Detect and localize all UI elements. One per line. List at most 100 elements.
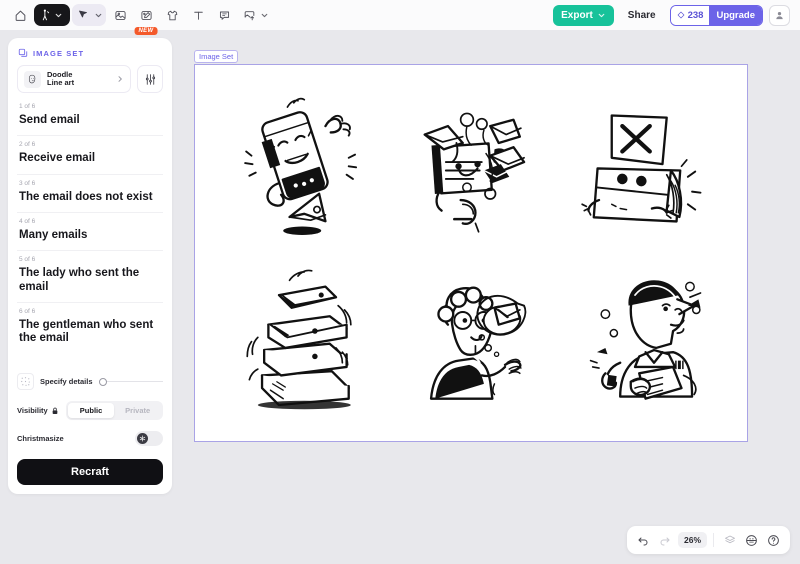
prompt-count: 6 of 6 bbox=[17, 301, 163, 319]
panel-section-header: IMAGE SET bbox=[18, 48, 163, 58]
visibility-option-private[interactable]: Private bbox=[114, 403, 161, 418]
help-button[interactable] bbox=[764, 531, 783, 550]
undo-button[interactable] bbox=[634, 531, 653, 550]
image-tool[interactable] bbox=[108, 4, 132, 26]
visibility-row: Visibility Public Private bbox=[17, 401, 163, 420]
bottom-right-toolbar: 26% bbox=[626, 526, 790, 554]
prompt-item: 3 of 6 The email does not exist bbox=[17, 173, 163, 212]
gentleman-who-sent-email-illustration[interactable] bbox=[556, 254, 725, 423]
prompt-text[interactable]: Many emails bbox=[17, 229, 163, 248]
email-does-not-exist-illustration[interactable] bbox=[556, 85, 725, 254]
prompt-count: 4 of 6 bbox=[17, 211, 163, 229]
avatar[interactable] bbox=[769, 4, 790, 26]
sliders-icon bbox=[145, 73, 155, 85]
image-grid bbox=[219, 85, 725, 423]
text-tool[interactable] bbox=[186, 4, 210, 26]
visibility-label: Visibility bbox=[17, 406, 59, 415]
chevron-right-icon bbox=[118, 76, 122, 82]
christmasize-label: Christmasize bbox=[17, 434, 64, 443]
style-line-2: Line art bbox=[47, 78, 75, 87]
specify-details-slider[interactable] bbox=[98, 377, 164, 387]
top-toolbar-tools: NEW bbox=[8, 4, 272, 35]
details-thumbnail bbox=[17, 373, 34, 390]
image-set-panel: IMAGE SET Doodle Line art 1 of 6 Send em… bbox=[8, 38, 172, 494]
prompt-text[interactable]: Send email bbox=[17, 114, 163, 133]
upload-tool[interactable] bbox=[238, 4, 272, 26]
layers-button[interactable] bbox=[720, 531, 739, 550]
credits-badge[interactable]: 238 bbox=[670, 5, 710, 25]
prompt-item: 5 of 6 The lady who sent the email bbox=[17, 250, 163, 302]
divider bbox=[713, 533, 714, 547]
christmasize-toggle[interactable] bbox=[135, 431, 163, 446]
zoom-level[interactable]: 26% bbox=[677, 532, 707, 548]
recraft-button[interactable]: Recraft bbox=[17, 459, 163, 485]
cursor-icon bbox=[73, 4, 93, 26]
app-root: NEW Export Share 238 Upgrade IMAGE SET D… bbox=[0, 0, 800, 564]
canvas-selection-tag[interactable]: Image Set bbox=[194, 50, 239, 63]
layers-icon bbox=[724, 535, 735, 544]
export-button[interactable]: Export bbox=[553, 4, 614, 26]
vector-select-tool[interactable] bbox=[72, 4, 106, 26]
panel-section-title: IMAGE SET bbox=[33, 48, 85, 58]
prompt-item: 2 of 6 Receive email bbox=[17, 135, 163, 173]
redo-icon bbox=[661, 537, 670, 546]
specify-details-label: Specify details bbox=[40, 377, 93, 386]
style-name: Doodle Line art bbox=[47, 70, 110, 88]
prompt-text[interactable]: The lady who sent the email bbox=[17, 267, 163, 300]
style-selector[interactable]: Doodle Line art bbox=[17, 65, 131, 93]
image-edit-tool[interactable]: NEW bbox=[134, 4, 158, 35]
speech-bubble-tool[interactable] bbox=[212, 4, 236, 26]
upload-icon bbox=[239, 4, 259, 26]
send-email-illustration[interactable] bbox=[219, 85, 388, 254]
canvas-image-set-frame[interactable] bbox=[194, 64, 748, 442]
snowflake-icon bbox=[139, 435, 146, 442]
christmasize-row: Christmasize bbox=[17, 431, 163, 446]
lock-icon bbox=[52, 407, 58, 414]
slider-knob[interactable] bbox=[98, 377, 107, 386]
prompt-text[interactable]: Receive email bbox=[17, 152, 163, 171]
diamond-icon bbox=[677, 11, 684, 19]
prompt-text[interactable]: The email does not exist bbox=[17, 191, 163, 210]
prompt-count: 3 of 6 bbox=[17, 173, 163, 191]
prompt-item: 1 of 6 Send email bbox=[17, 101, 163, 135]
prompt-list: 1 of 6 Send email 2 of 6 Receive email 3… bbox=[17, 101, 163, 365]
prompt-count: 2 of 6 bbox=[17, 135, 163, 152]
many-emails-illustration[interactable] bbox=[219, 254, 388, 423]
prompt-count: 5 of 6 bbox=[17, 250, 163, 267]
receive-email-illustration[interactable] bbox=[388, 85, 557, 254]
dots-pattern-icon bbox=[21, 377, 30, 386]
contrast-button[interactable] bbox=[742, 531, 761, 550]
chevron-down-icon bbox=[598, 13, 605, 17]
prompt-item: 6 of 6 The gentleman who sent the email bbox=[17, 301, 163, 354]
face-sketch-icon bbox=[28, 74, 36, 83]
prompt-text[interactable]: The gentleman who sent the email bbox=[17, 319, 163, 352]
user-icon bbox=[776, 11, 783, 19]
toggle-knob bbox=[137, 433, 148, 444]
image-set-icon bbox=[18, 48, 28, 57]
visibility-label-text: Visibility bbox=[17, 406, 48, 415]
credits-value: 238 bbox=[687, 9, 704, 21]
chevron-down-icon bbox=[95, 13, 102, 17]
help-icon bbox=[768, 534, 779, 546]
specify-details-row: Specify details bbox=[17, 367, 164, 390]
credits-upgrade-group[interactable]: 238 Upgrade bbox=[669, 4, 763, 26]
top-toolbar-actions: Export Share 238 Upgrade bbox=[553, 4, 792, 26]
chevron-down-icon bbox=[261, 13, 268, 17]
upgrade-button[interactable]: Upgrade bbox=[709, 5, 762, 25]
image-generate-tool[interactable] bbox=[34, 4, 70, 26]
visibility-option-public[interactable]: Public bbox=[67, 403, 115, 418]
style-settings-button[interactable] bbox=[137, 65, 163, 93]
chevron-down-icon bbox=[55, 13, 61, 17]
export-label: Export bbox=[561, 9, 593, 21]
top-toolbar: NEW Export Share 238 Upgrade bbox=[0, 0, 800, 35]
contrast-icon bbox=[746, 534, 757, 546]
style-row: Doodle Line art bbox=[17, 65, 163, 93]
mockup-tool[interactable] bbox=[160, 4, 184, 26]
home-icon[interactable] bbox=[8, 4, 32, 26]
prompt-count: 1 of 6 bbox=[19, 103, 36, 110]
style-thumbnail bbox=[24, 70, 41, 88]
lady-who-sent-email-illustration[interactable] bbox=[388, 254, 557, 423]
redo-button[interactable] bbox=[656, 531, 675, 550]
share-button[interactable]: Share bbox=[620, 5, 664, 26]
undo-icon bbox=[638, 537, 648, 546]
